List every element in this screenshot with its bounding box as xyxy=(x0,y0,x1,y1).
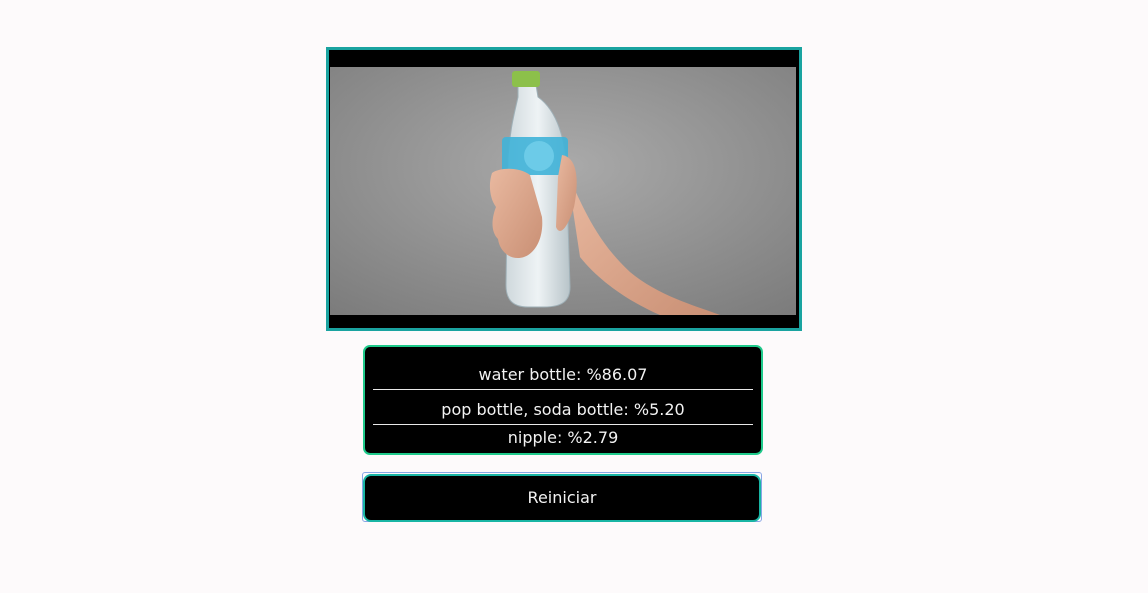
prediction-item: water bottle: %86.07 xyxy=(478,365,648,384)
page: water bottle: %86.07 pop bottle, soda bo… xyxy=(0,0,1148,593)
image-preview xyxy=(330,51,796,325)
image-preview-frame xyxy=(326,47,802,331)
restart-button[interactable]: Reiniciar xyxy=(363,474,761,522)
predictions-panel: water bottle: %86.07 pop bottle, soda bo… xyxy=(363,345,763,455)
prediction-item: pop bottle, soda bottle: %5.20 xyxy=(441,400,685,419)
divider xyxy=(373,424,753,425)
divider xyxy=(373,389,753,390)
preview-photo xyxy=(330,67,796,315)
prediction-item: nipple: %2.79 xyxy=(507,428,619,447)
